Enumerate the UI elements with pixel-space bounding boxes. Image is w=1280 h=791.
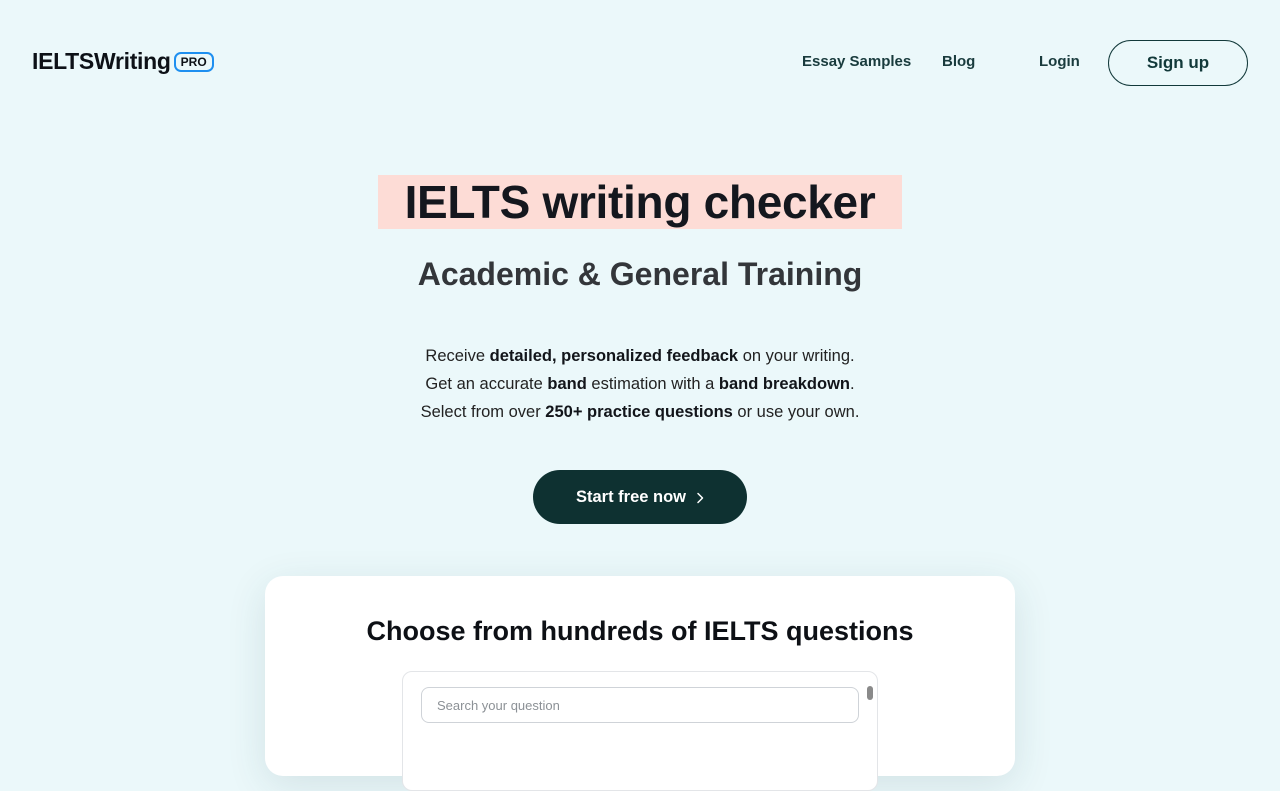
- desc-text: Get an accurate: [425, 375, 548, 393]
- logo-badge: PRO: [173, 51, 214, 72]
- page-title: IELTS writing checker: [404, 176, 876, 228]
- questions-card: Choose from hundreds of IELTS questions: [265, 576, 1015, 791]
- desc-text: Receive: [425, 347, 490, 365]
- desc-emphasis: band breakdown: [718, 375, 850, 393]
- desc-line-3: Select from over 250+ practice questions…: [0, 398, 1280, 426]
- question-list-scrollbar[interactable]: [867, 686, 873, 700]
- start-free-button[interactable]: Start free now: [533, 470, 747, 524]
- nav-essay-samples[interactable]: Essay Samples: [802, 53, 911, 70]
- question-list: [402, 671, 878, 791]
- logo[interactable]: IELTSWriting PRO: [32, 48, 214, 75]
- hero-subtitle: Academic & General Training: [417, 256, 863, 292]
- question-search-input[interactable]: [421, 687, 859, 723]
- cta-label: Start free now: [575, 487, 687, 506]
- desc-emphasis: detailed, personalized feedback: [489, 347, 739, 365]
- nav-login[interactable]: Login: [1039, 53, 1080, 70]
- desc-line-2: Get an accurate band estimation with a b…: [0, 370, 1280, 398]
- logo-text: IELTSWriting: [32, 48, 171, 74]
- desc-emphasis: band: [547, 375, 587, 393]
- chevron-right-icon: [697, 492, 704, 504]
- desc-text: on your writing.: [738, 347, 855, 365]
- desc-text: or use your own.: [732, 403, 860, 421]
- hero-title-highlight: IELTS writing checker: [378, 175, 902, 229]
- signup-button[interactable]: Sign up: [1108, 40, 1248, 86]
- questions-card-title: Choose from hundreds of IELTS questions: [366, 616, 914, 646]
- desc-text: estimation with a: [586, 375, 719, 393]
- hero-description: Receive detailed, personalized feedback …: [0, 342, 1280, 426]
- nav-blog[interactable]: Blog: [942, 53, 975, 70]
- site-header: IELTSWriting PRO Essay Samples Blog Logi…: [0, 0, 1280, 124]
- desc-text: .: [850, 375, 855, 393]
- desc-emphasis: 250+ practice questions: [545, 403, 733, 421]
- desc-line-1: Receive detailed, personalized feedback …: [0, 342, 1280, 370]
- desc-text: Select from over: [420, 403, 546, 421]
